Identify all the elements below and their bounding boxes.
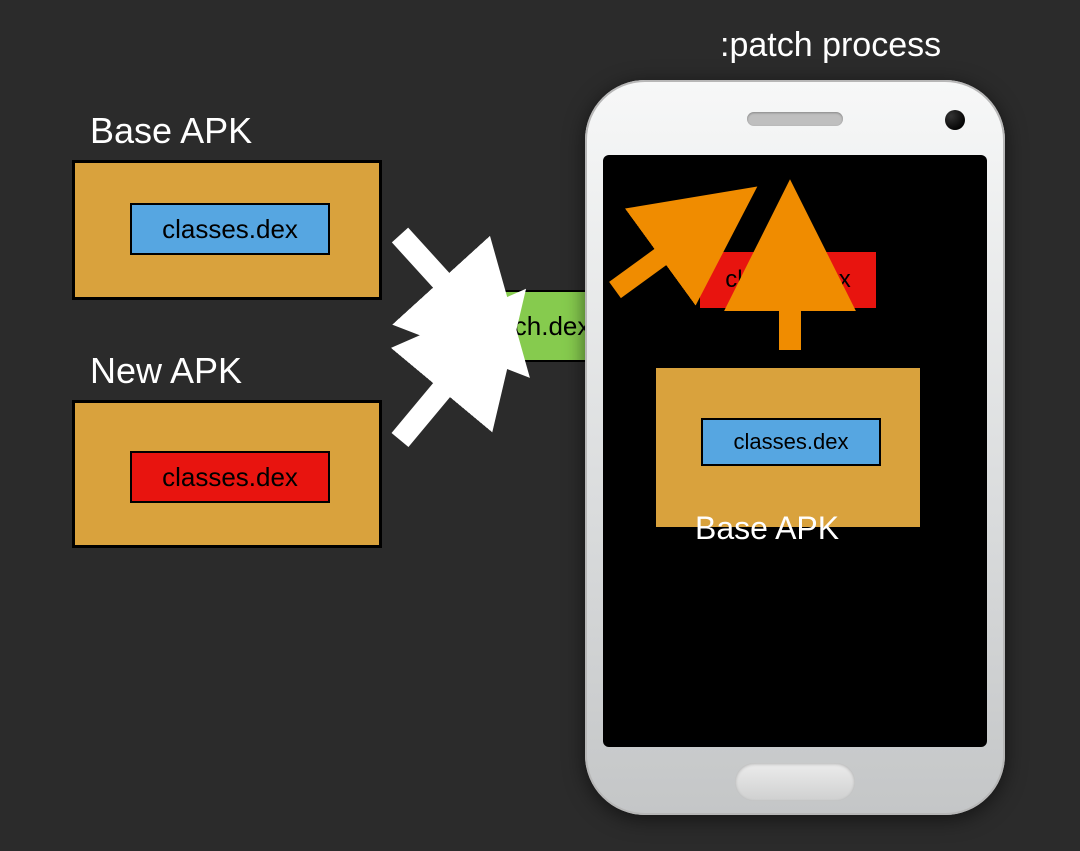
phone-camera-icon (945, 110, 965, 130)
label-base-apk: Base APK (90, 110, 252, 152)
title-patch-process: :patch process (720, 26, 941, 65)
new-apk-classes-dex: classes.dex (130, 451, 330, 503)
base-apk-classes-dex: classes.dex (130, 203, 330, 255)
phone-screen: classes.dex classes.dex (603, 155, 987, 747)
phone-base-apk-classes-dex: classes.dex (701, 418, 881, 466)
patched-classes-dex: classes.dex (698, 250, 878, 310)
arrow-base-to-patch-icon (400, 235, 450, 290)
phone-speaker (747, 112, 843, 126)
phone-device: classes.dex classes.dex (585, 80, 1005, 815)
phone-home-button (735, 763, 855, 801)
arrow-new-to-patch-icon (400, 380, 450, 440)
label-new-apk: New APK (90, 350, 242, 392)
phone-base-apk-box: classes.dex (653, 365, 923, 530)
new-apk-box: classes.dex (72, 400, 382, 548)
phone-base-apk-label: Base APK (695, 510, 839, 547)
base-apk-box: classes.dex (72, 160, 382, 300)
diagram-canvas: :patch process Base APK New APK classes.… (0, 0, 1080, 851)
